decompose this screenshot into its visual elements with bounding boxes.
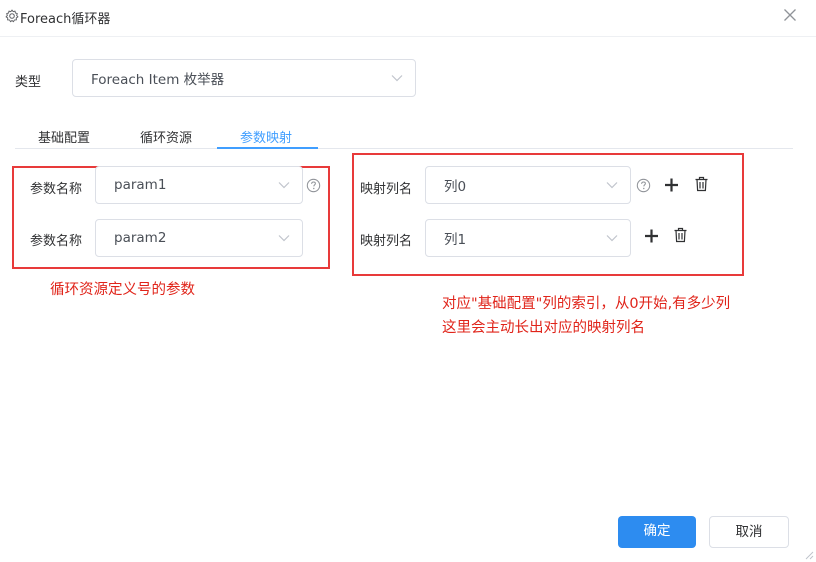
- close-icon[interactable]: [781, 6, 799, 24]
- chevron-down-icon: [278, 235, 290, 242]
- param-select[interactable]: param1: [95, 166, 303, 204]
- mapping-label: 映射列名: [360, 182, 413, 197]
- annotation-mappings-line1: 对应"基础配置"列的索引，从0开始,有多少列: [442, 296, 731, 312]
- add-icon[interactable]: [664, 177, 679, 193]
- param-label: 参数名称: [30, 182, 83, 197]
- type-select[interactable]: Foreach Item 枚举器: [72, 59, 416, 97]
- param-label: 参数名称: [30, 234, 83, 249]
- help-icon[interactable]: [636, 178, 651, 193]
- annotation-mappings-line2: 这里会主动长出对应的映射列名: [442, 320, 645, 336]
- add-icon[interactable]: [644, 228, 659, 244]
- resize-grip-icon[interactable]: [804, 550, 814, 560]
- tab-active-indicator: [217, 147, 318, 149]
- chevron-down-icon: [606, 182, 618, 189]
- dialog-title: Foreach循环器: [20, 12, 111, 27]
- trash-icon[interactable]: [694, 176, 709, 192]
- chevron-down-icon: [391, 75, 403, 82]
- cancel-button[interactable]: 取消: [709, 516, 789, 548]
- confirm-button[interactable]: 确定: [618, 516, 696, 548]
- mapping-select-value: 列0: [444, 179, 467, 195]
- tab-basic-config[interactable]: 基础配置: [38, 127, 90, 146]
- chevron-down-icon: [606, 235, 618, 242]
- tab-param-mapping[interactable]: 参数映射: [240, 127, 292, 146]
- gear-icon: [5, 9, 19, 23]
- mapping-select[interactable]: 列0: [425, 166, 631, 204]
- annotation-params: 循环资源定义号的参数: [50, 282, 195, 298]
- param-select[interactable]: param2: [95, 219, 303, 257]
- mapping-select[interactable]: 列1: [425, 219, 631, 257]
- mapping-select-value: 列1: [444, 232, 467, 248]
- type-select-value: Foreach Item 枚举器: [91, 72, 225, 88]
- chevron-down-icon: [278, 182, 290, 189]
- dialog-title-bar: [0, 0, 816, 37]
- type-label: 类型: [15, 75, 42, 90]
- param-select-value: param2: [114, 230, 167, 246]
- trash-icon[interactable]: [673, 227, 688, 243]
- mapping-label: 映射列名: [360, 234, 413, 249]
- param-select-value: param1: [114, 177, 167, 193]
- help-icon[interactable]: [306, 178, 321, 193]
- tabs-divider: [15, 148, 793, 149]
- tab-loop-resource[interactable]: 循环资源: [140, 127, 192, 146]
